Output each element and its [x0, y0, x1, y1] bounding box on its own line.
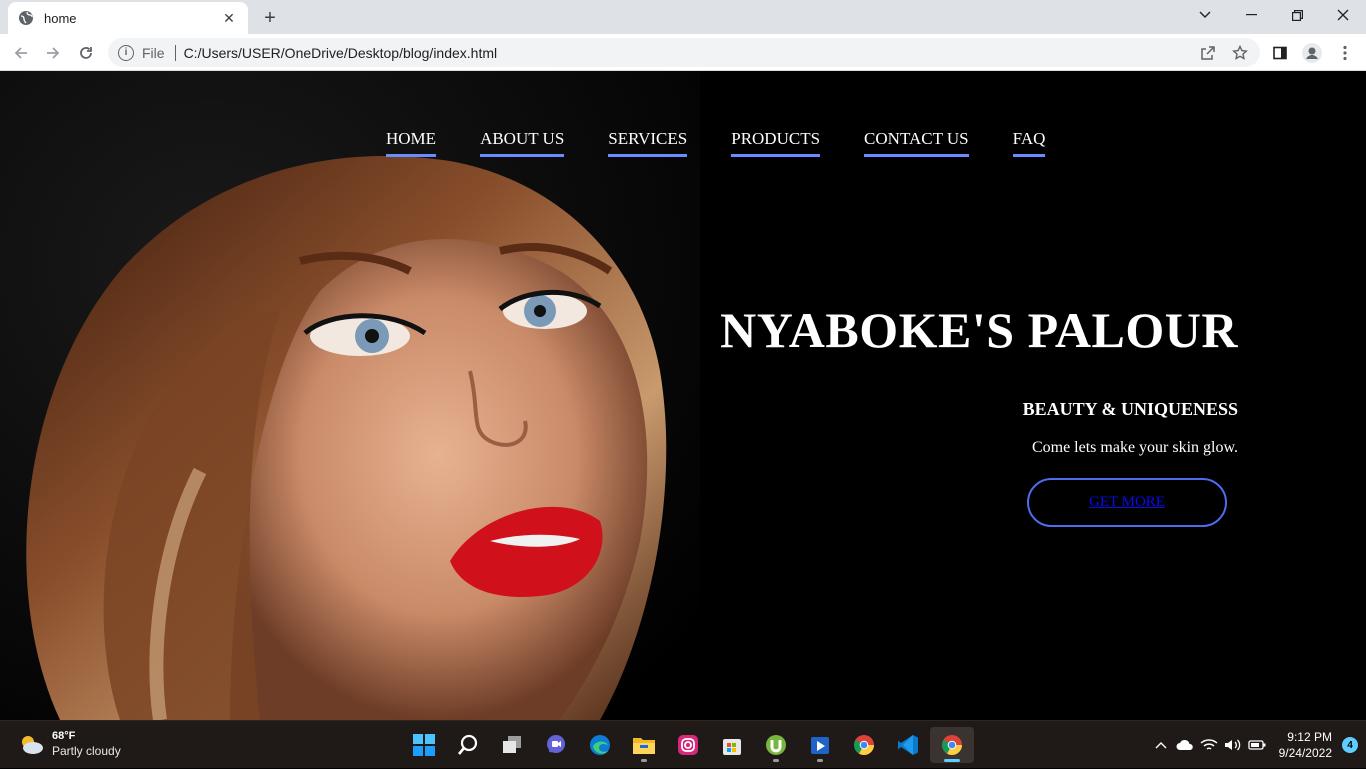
- profile-avatar-icon[interactable]: [1302, 43, 1322, 63]
- nav-link-faq[interactable]: FAQ: [1012, 129, 1046, 157]
- clock-date: 9/24/2022: [1278, 746, 1332, 760]
- bookmark-star-icon[interactable]: [1230, 43, 1250, 63]
- site-info-icon[interactable]: i: [118, 44, 134, 61]
- hero-portrait-image: [0, 71, 700, 720]
- system-tray: 9:12 PM 9/24/2022 4: [1149, 721, 1358, 769]
- share-icon[interactable]: [1198, 43, 1218, 63]
- url-text: C:/Users/USER/OneDrive/Desktop/blog/inde…: [183, 44, 498, 61]
- browser-toolbar: i File C:/Users/USER/OneDrive/Desktop/bl…: [0, 34, 1366, 71]
- tab-search-icon[interactable]: [1182, 0, 1228, 30]
- restore-icon[interactable]: [1274, 0, 1320, 30]
- web-page: HOME ABOUT US SERVICES PRODUCTS CONTACT …: [0, 71, 1366, 720]
- address-bar[interactable]: i File C:/Users/USER/OneDrive/Desktop/bl…: [108, 38, 1260, 67]
- search-icon[interactable]: [446, 727, 490, 763]
- close-window-icon[interactable]: [1320, 0, 1366, 30]
- url-separator: [174, 44, 176, 61]
- chat-icon[interactable]: [534, 727, 578, 763]
- hero-title: NYABOKE'S PALOUR: [720, 302, 1238, 358]
- nav-link-services[interactable]: SERVICES: [608, 129, 688, 157]
- battery-icon[interactable]: [1245, 733, 1269, 757]
- hero-subtitle: BEAUTY & UNIQUENESS: [1022, 399, 1238, 419]
- edge-icon[interactable]: [578, 727, 622, 763]
- weather-widget[interactable]: 68°F Partly cloudy: [18, 729, 121, 759]
- notification-badge[interactable]: 4: [1342, 737, 1358, 753]
- globe-icon: [18, 10, 34, 26]
- instagram-icon[interactable]: [666, 727, 710, 763]
- onedrive-cloud-icon[interactable]: [1173, 733, 1197, 757]
- taskbar-apps: [402, 727, 974, 763]
- active-indicator: [944, 759, 960, 762]
- reload-icon[interactable]: [73, 40, 99, 66]
- side-panel-icon[interactable]: [1270, 43, 1290, 63]
- chrome-active-icon[interactable]: [930, 727, 974, 763]
- wifi-icon[interactable]: [1197, 733, 1221, 757]
- tab-close-icon[interactable]: ✕: [220, 9, 238, 27]
- nav-link-contact-us[interactable]: CONTACT US: [864, 129, 969, 157]
- chevron-up-icon[interactable]: [1149, 733, 1173, 757]
- tab-title: home: [44, 10, 77, 26]
- nav-link-products[interactable]: PRODUCTS: [731, 129, 821, 157]
- task-view-icon[interactable]: [490, 727, 534, 763]
- url-scheme-label: File: [142, 44, 165, 61]
- get-more-button[interactable]: GET MORE: [1027, 478, 1227, 527]
- vscode-icon[interactable]: [886, 727, 930, 763]
- store-icon[interactable]: [710, 727, 754, 763]
- start-icon[interactable]: [402, 727, 446, 763]
- volume-icon[interactable]: [1221, 733, 1245, 757]
- weather-condition: Partly cloudy: [52, 744, 121, 758]
- running-indicator: [641, 759, 647, 762]
- hero-text: Come lets make your skin glow.: [1031, 439, 1238, 456]
- running-indicator: [773, 759, 779, 762]
- file-explorer-icon[interactable]: [622, 727, 666, 763]
- menu-kebab-icon[interactable]: [1335, 43, 1355, 63]
- new-tab-button[interactable]: +: [258, 6, 282, 30]
- minimize-icon[interactable]: [1228, 0, 1274, 30]
- back-icon[interactable]: [8, 40, 34, 66]
- nav-link-home[interactable]: HOME: [386, 129, 437, 157]
- weather-temp: 68°F: [52, 730, 76, 742]
- clock[interactable]: 9:12 PM 9/24/2022: [1279, 729, 1332, 761]
- browser-tab-strip: home ✕ +: [0, 0, 1366, 34]
- browser-tab[interactable]: home ✕: [8, 2, 248, 34]
- utorrent-icon[interactable]: [754, 727, 798, 763]
- main-nav: HOME ABOUT US SERVICES PRODUCTS CONTACT …: [386, 129, 1046, 157]
- running-indicator: [817, 759, 823, 762]
- forward-icon[interactable]: [40, 40, 66, 66]
- media-player-icon[interactable]: [798, 727, 842, 763]
- clock-time: 9:12 PM: [1287, 730, 1332, 744]
- partly-cloudy-icon: [22, 736, 43, 754]
- taskbar: 68°F Partly cloudy 9:12 PM 9/24/2022 4: [0, 720, 1366, 768]
- nav-link-about-us[interactable]: ABOUT US: [480, 129, 565, 157]
- chrome-icon[interactable]: [842, 727, 886, 763]
